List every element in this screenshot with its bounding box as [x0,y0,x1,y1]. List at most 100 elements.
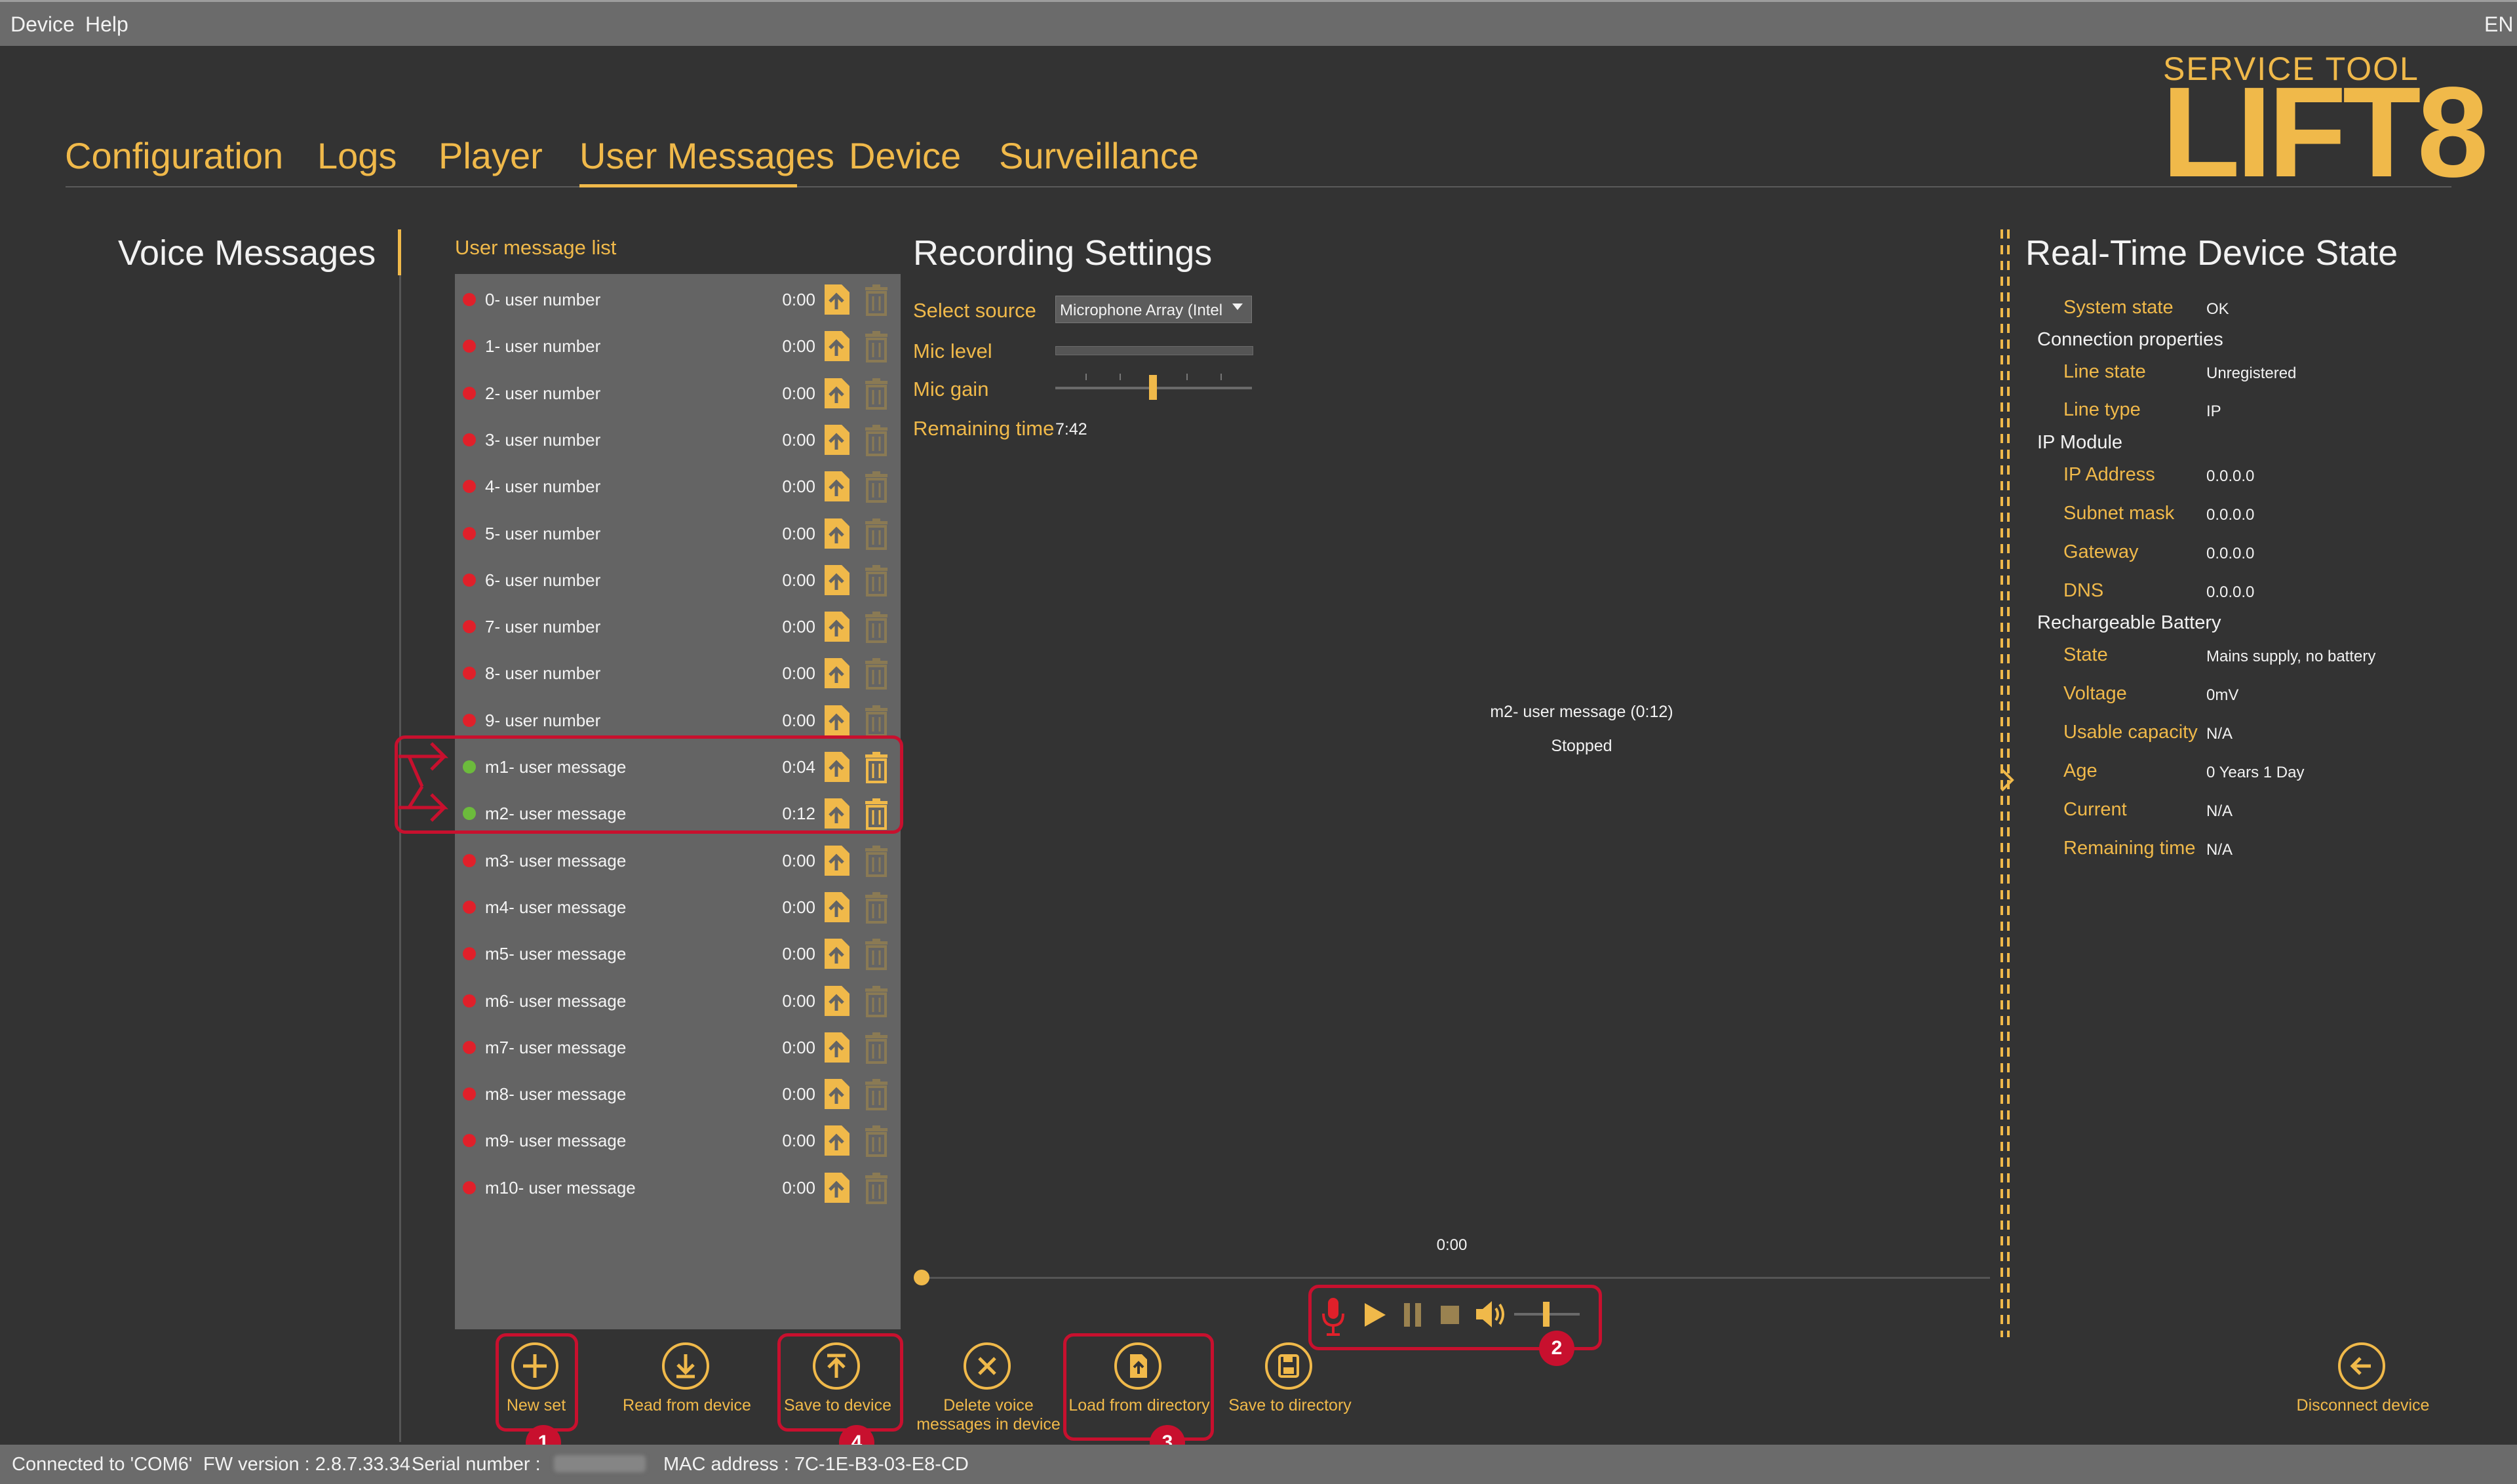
message-duration: 0:00 [782,1131,815,1151]
upload-file-icon[interactable] [822,423,852,456]
trash-icon[interactable] [864,1032,889,1064]
list-item[interactable]: m4- user message 0:00 [455,884,901,931]
delete-voice-messages-button[interactable]: Delete voice messages in device [916,1342,1061,1441]
list-item[interactable]: 5- user number 0:00 [455,511,901,557]
trash-icon[interactable] [864,331,889,363]
list-item[interactable]: m6- user message 0:00 [455,978,901,1025]
list-item[interactable]: m3- user message 0:00 [455,838,901,884]
tab-player[interactable]: Player [439,134,543,177]
floppy-disk-icon [1265,1342,1312,1390]
mic-level-meter [1055,346,1253,355]
tab-user-messages[interactable]: User Messages [579,134,834,177]
upload-file-icon[interactable] [822,844,852,877]
menu-device[interactable]: Device [10,12,75,37]
microphone-icon[interactable] [1320,1297,1346,1337]
upload-file-icon[interactable] [822,517,852,550]
trash-icon[interactable] [864,1125,889,1158]
playback-position: 0:00 [1436,1236,1468,1254]
tab-logs[interactable]: Logs [317,134,397,177]
recorded-messages-highlight [395,735,903,834]
status-dot-icon [463,853,476,867]
status-dot-icon [463,433,476,446]
upload-file-icon[interactable] [822,564,852,596]
list-item[interactable]: m9- user message 0:00 [455,1118,901,1164]
upload-file-icon[interactable] [822,891,852,924]
trash-icon[interactable] [864,658,889,690]
list-item[interactable]: 2- user number 0:00 [455,370,901,417]
list-item[interactable]: 8- user number 0:00 [455,650,901,697]
upload-file-icon[interactable] [822,1078,852,1110]
list-item[interactable]: 0- user number 0:00 [455,277,901,323]
trash-icon[interactable] [864,845,889,877]
volume-icon[interactable] [1475,1299,1508,1329]
list-item[interactable]: 4- user number 0:00 [455,463,901,510]
trash-icon[interactable] [864,518,889,550]
tab-device[interactable]: Device [849,134,961,177]
upload-file-icon[interactable] [822,937,852,970]
trash-icon[interactable] [864,424,889,456]
trash-icon[interactable] [864,612,889,644]
tab-configuration[interactable]: Configuration [65,134,283,177]
list-item[interactable]: m8- user message 0:00 [455,1071,901,1118]
trash-icon[interactable] [864,284,889,316]
battery-remaining-label: Remaining time [2063,838,2196,859]
read-from-device-button[interactable]: Read from device [615,1342,759,1421]
tab-surveillance[interactable]: Surveillance [999,134,1199,177]
trash-icon[interactable] [864,564,889,596]
chevron-right-icon[interactable] [1999,767,2015,793]
age-label: Age [2063,760,2098,781]
status-dot-icon [463,1040,476,1054]
source-select[interactable]: Microphone Array (Intel [1055,296,1252,323]
seek-handle[interactable] [914,1270,929,1285]
message-name: m5- user message [485,944,627,964]
trash-icon[interactable] [864,1172,889,1204]
upload-file-icon[interactable] [822,657,852,690]
message-name: 8- user number [485,663,601,684]
save-to-directory-button[interactable]: Save to directory [1224,1342,1356,1421]
trash-icon[interactable] [864,378,889,410]
message-name: 0- user number [485,290,601,309]
message-duration: 0:00 [782,1037,815,1057]
slider-tick [1186,374,1188,380]
trash-icon[interactable] [864,1079,889,1111]
upload-file-icon[interactable] [822,283,852,316]
list-item[interactable]: 6- user number 0:00 [455,557,901,604]
upload-file-icon[interactable] [822,610,852,643]
trash-icon[interactable] [864,985,889,1017]
status-dot-icon [463,947,476,961]
status-dot-icon [463,526,476,540]
active-tab-indicator [579,184,797,187]
upload-file-icon[interactable] [822,1124,852,1157]
upload-file-icon[interactable] [822,330,852,362]
mic-gain-thumb[interactable] [1149,375,1157,400]
trash-icon[interactable] [864,939,889,971]
pause-icon[interactable] [1403,1302,1422,1328]
play-icon[interactable] [1363,1302,1387,1328]
upload-file-icon[interactable] [822,470,852,503]
upload-file-icon[interactable] [822,704,852,737]
list-item[interactable]: 7- user number 0:00 [455,604,901,650]
upload-file-icon[interactable] [822,377,852,410]
trash-icon[interactable] [864,891,889,924]
message-name: 4- user number [485,477,601,497]
trash-icon[interactable] [864,471,889,503]
upload-file-icon[interactable] [822,1031,852,1064]
seek-bar[interactable] [922,1277,1990,1279]
chevron-down-icon[interactable] [1232,303,1243,310]
stop-icon[interactable] [1439,1304,1460,1325]
serial-number-label: Serial number : [412,1454,541,1475]
menu-help[interactable]: Help [85,12,128,37]
list-item[interactable]: m7- user message 0:00 [455,1025,901,1071]
list-item[interactable]: m5- user message 0:00 [455,931,901,977]
list-item[interactable]: m10- user message 0:00 [455,1165,901,1211]
list-item[interactable]: 1- user number 0:00 [455,323,901,370]
disconnect-device-button[interactable]: Disconnect device [2288,1342,2438,1421]
language-indicator[interactable]: EN [2484,12,2513,37]
upload-file-icon[interactable] [822,1171,852,1204]
trash-icon[interactable] [864,705,889,737]
voltage-label: Voltage [2063,683,2127,704]
volume-thumb[interactable] [1543,1302,1550,1327]
list-item[interactable]: 3- user number 0:00 [455,417,901,463]
dns-value: 0.0.0.0 [2206,583,2255,601]
upload-file-icon[interactable] [822,985,852,1017]
